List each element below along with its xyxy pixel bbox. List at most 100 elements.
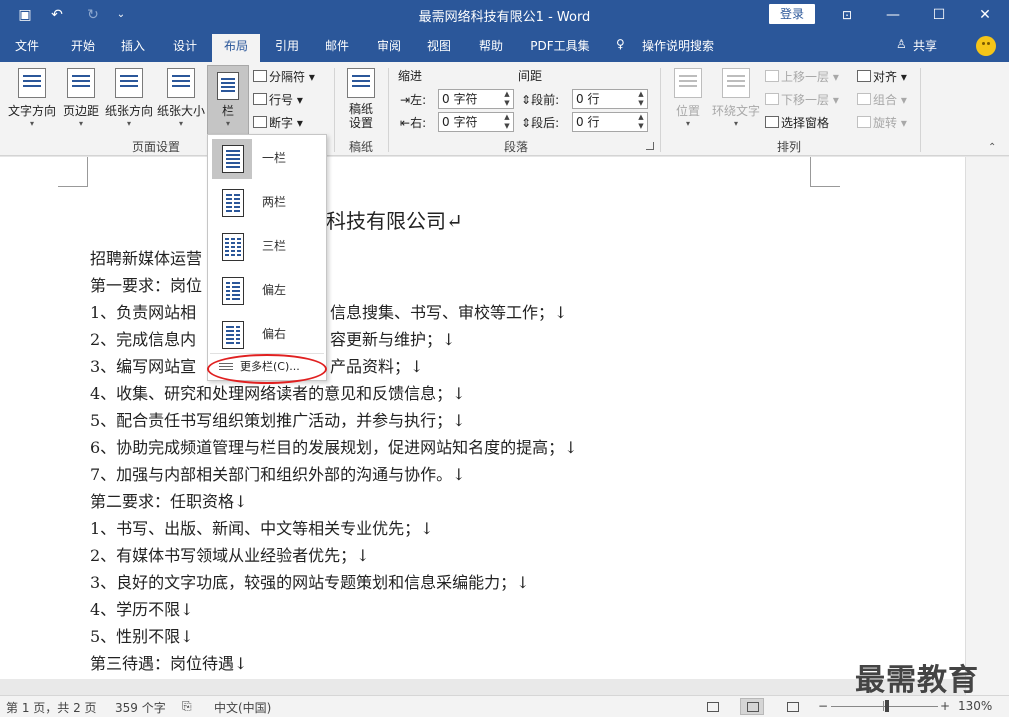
text-direction-button[interactable]: 文字方向 ▾: [6, 68, 58, 128]
document-line[interactable]: 1、负责网站相: [90, 299, 196, 323]
ribbon-tabs: 文件 开始 插入 设计 布局 引用 邮件 审阅 视图 帮助 PDF工具集 ♀ 操…: [0, 30, 1009, 62]
tab-help[interactable]: 帮助: [468, 34, 514, 62]
login-button[interactable]: 登录: [769, 4, 815, 24]
menu-item-one-column[interactable]: 一栏: [210, 137, 324, 179]
spacing-before-input[interactable]: 0 行 ▲ ▼: [572, 89, 648, 109]
spinner-icon[interactable]: ▲ ▼: [636, 113, 646, 131]
ribbon-display-icon[interactable]: ⊡: [824, 0, 870, 30]
feedback-smiley-icon[interactable]: [976, 36, 996, 56]
print-layout-icon[interactable]: [740, 698, 764, 715]
web-layout-icon[interactable]: [780, 698, 804, 715]
document-line[interactable]: 3、编写网站宣: [90, 353, 196, 377]
vertical-scrollbar[interactable]: [965, 157, 1009, 695]
position-label: 位置: [675, 104, 700, 118]
document-line[interactable]: 6、协助完成频道管理与栏目的发展规划，促进网站知名度的提高；↓: [90, 434, 578, 458]
minimize-button[interactable]: —: [870, 0, 916, 30]
menu-item-left[interactable]: 偏左: [210, 269, 324, 309]
document-line[interactable]: 5、性别不限↓: [90, 623, 194, 647]
hyphenation-button[interactable]: 断字 ▾: [253, 113, 303, 133]
menu-item-two-columns[interactable]: 两栏: [210, 181, 324, 221]
selection-pane-button[interactable]: 选择窗格: [765, 113, 829, 133]
document-line[interactable]: 3、良好的文字功底，较强的网站专题策划和信息采编能力；↓: [90, 569, 530, 593]
tab-home[interactable]: 开始: [58, 34, 108, 62]
document-line-fragment[interactable]: 容更新与维护；↓: [330, 326, 455, 350]
tab-file[interactable]: 文件: [4, 34, 50, 62]
document-line[interactable]: 第二要求：任职资格↓: [90, 488, 247, 512]
save-icon[interactable]: ▣: [14, 5, 36, 25]
zoom-level[interactable]: 130%: [958, 699, 992, 713]
zoom-slider-thumb[interactable]: [885, 700, 889, 712]
menu-item-label: 一栏: [262, 151, 287, 165]
undo-icon[interactable]: ↶: [46, 5, 68, 25]
indent-right-label: ⇤右:: [400, 116, 427, 130]
close-button[interactable]: ✕: [962, 0, 1008, 30]
redo-icon[interactable]: ↻: [82, 5, 104, 25]
line-numbers-button[interactable]: 行号 ▾: [253, 90, 303, 110]
zoom-out-button[interactable]: −: [818, 699, 828, 713]
tab-design[interactable]: 设计: [162, 34, 208, 62]
document-line[interactable]: 第三待遇：岗位待遇↓: [90, 650, 247, 674]
collapse-ribbon-icon[interactable]: ⌃: [988, 142, 996, 153]
tab-mailings[interactable]: 邮件: [314, 34, 360, 62]
indent-right-input[interactable]: 0 字符 ▲ ▼: [438, 112, 514, 132]
paragraph-dialog-launcher-icon[interactable]: [646, 142, 654, 150]
document-line-fragment[interactable]: 产品资料；↓: [330, 353, 423, 377]
document-line[interactable]: 2、有媒体书写领域从业经验者优先；↓: [90, 542, 370, 566]
customize-qat-icon[interactable]: ⌄: [110, 5, 132, 25]
wrap-text-button[interactable]: 环绕文字 ▾: [710, 68, 762, 128]
zoom-in-button[interactable]: +: [940, 699, 950, 713]
size-button[interactable]: 纸张大小 ▾: [156, 68, 206, 128]
document-line[interactable]: 7、加强与内部相关部门和组织外部的沟通与协作。↓: [90, 461, 466, 485]
read-mode-icon[interactable]: [700, 698, 724, 715]
maximize-button[interactable]: ☐: [916, 0, 962, 30]
tab-layout[interactable]: 布局: [212, 34, 260, 62]
word-count[interactable]: 359 个字: [115, 699, 166, 716]
tab-references[interactable]: 引用: [264, 34, 310, 62]
spinner-icon[interactable]: ▲ ▼: [636, 90, 646, 108]
menu-item-three-columns[interactable]: 三栏: [210, 225, 324, 265]
document-line[interactable]: 4、学历不限↓: [90, 596, 194, 620]
language[interactable]: 中文(中国): [214, 699, 271, 716]
document-line[interactable]: 2、完成信息内: [90, 326, 196, 350]
more-columns-button[interactable]: 更多栏(C)...: [210, 357, 324, 377]
tell-me-search[interactable]: 操作说明搜索: [642, 37, 714, 54]
spinner-icon[interactable]: ▲ ▼: [502, 90, 512, 108]
spacing-after-input[interactable]: 0 行 ▲ ▼: [572, 112, 648, 132]
indent-left-input[interactable]: 0 字符 ▲ ▼: [438, 89, 514, 109]
tab-insert[interactable]: 插入: [110, 34, 156, 62]
chevron-down-icon: ▾: [126, 119, 131, 128]
orientation-button[interactable]: 纸张方向 ▾: [103, 68, 155, 128]
menu-item-right[interactable]: 偏右: [210, 313, 324, 353]
page-count[interactable]: 第 1 页，共 2 页: [6, 699, 97, 716]
document-line[interactable]: 1、书写、出版、新闻、中文等相关专业优先；↓: [90, 515, 434, 539]
columns-button[interactable]: 栏 ▾: [207, 65, 249, 135]
text-direction-label: 文字方向: [7, 104, 56, 118]
horizontal-scrollbar[interactable]: [0, 679, 965, 695]
selection-pane-icon: [765, 116, 779, 128]
breaks-button[interactable]: 分隔符 ▾: [253, 67, 315, 87]
paragraph-group-label: 段落: [503, 140, 528, 154]
margins-button[interactable]: 页边距 ▾: [60, 68, 102, 128]
proofing-icon[interactable]: ⎘: [182, 699, 192, 714]
tab-view[interactable]: 视图: [416, 34, 462, 62]
document-line[interactable]: 5、配合责任书写组织策划推广活动，并参与执行；↓: [90, 407, 466, 431]
share-button[interactable]: 共享: [913, 37, 937, 54]
rotate-button[interactable]: 旋转 ▾: [857, 113, 907, 133]
position-button[interactable]: 位置 ▾: [668, 68, 708, 128]
document-page[interactable]: 科技有限公司↵ 招聘新媒体运营 第一要求：岗位 1、负责网站相 信息搜集、书写、…: [0, 157, 965, 695]
align-button[interactable]: 对齐 ▾: [857, 67, 907, 87]
draft-paper-button[interactable]: 稿纸 设置: [340, 68, 382, 130]
document-line[interactable]: 招聘新媒体运营: [90, 245, 202, 269]
document-title[interactable]: 科技有限公司↵: [326, 205, 463, 234]
group-objects-button[interactable]: 组合 ▾: [857, 90, 907, 110]
send-backward-button[interactable]: 下移一层 ▾: [765, 90, 839, 110]
document-line[interactable]: 4、收集、研究和处理网络读者的意见和反馈信息；↓: [90, 380, 466, 404]
document-line[interactable]: 第一要求：岗位: [90, 272, 202, 296]
tab-review[interactable]: 审阅: [366, 34, 412, 62]
document-line-fragment[interactable]: 信息搜集、书写、审校等工作；↓: [330, 299, 567, 323]
tab-pdf-tools[interactable]: PDF工具集: [522, 34, 598, 62]
spinner-icon[interactable]: ▲ ▼: [502, 113, 512, 131]
spacing-title: 间距: [518, 69, 543, 83]
bring-forward-button[interactable]: 上移一层 ▾: [765, 67, 839, 87]
hyphenation-label: 断字: [269, 116, 294, 130]
